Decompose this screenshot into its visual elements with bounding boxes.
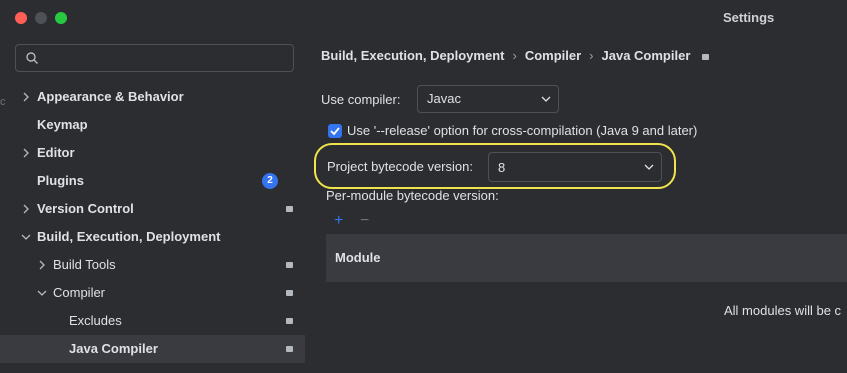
sidebar-item-build-tools[interactable]: Build Tools: [0, 251, 305, 279]
breadcrumb-separator: ›: [512, 48, 517, 63]
search-input[interactable]: [15, 44, 294, 72]
breadcrumb-separator: ›: [589, 48, 594, 63]
table-header-module[interactable]: Module: [335, 250, 381, 265]
window-title: Settings: [723, 10, 775, 25]
settings-content: [305, 36, 847, 373]
use-compiler-label: Use compiler:: [321, 92, 401, 107]
check-icon: [330, 127, 340, 136]
sidebar-item-label: Build Tools: [53, 257, 116, 272]
per-module-label: Per-module bytecode version:: [326, 188, 499, 203]
sidebar-item-label: Excludes: [69, 313, 122, 328]
chevron-down-icon[interactable]: [21, 232, 31, 242]
module-table: Module: [326, 234, 847, 282]
sidebar-item-label: Build, Execution, Deployment: [37, 229, 221, 244]
release-option-checkbox[interactable]: [328, 124, 342, 138]
sidebar-item-label: Java Compiler: [69, 341, 158, 356]
sidebar-item-label: Version Control: [37, 201, 134, 216]
chevron-down-icon[interactable]: [37, 288, 47, 298]
bytecode-version-value: 8: [498, 160, 506, 175]
bytecode-version-label: Project bytecode version:: [327, 159, 473, 174]
close-window-button[interactable]: [15, 12, 27, 24]
breadcrumb: Build, Execution, Deployment › Compiler › Ja…: [321, 48, 710, 63]
breadcrumb-item: Java Compiler: [601, 48, 691, 63]
sidebar-item-label: Keymap: [37, 117, 88, 132]
sidebar-item-java-compiler[interactable]: Java Compiler: [0, 335, 305, 363]
release-option-label: Use '--release' option for cross-compila…: [347, 123, 698, 138]
chevron-down-icon: [644, 164, 654, 170]
updates-badge: 2: [262, 173, 278, 189]
sidebar-item-excludes[interactable]: Excludes: [0, 307, 305, 335]
minimize-window-button[interactable]: [35, 12, 47, 24]
project-level-icon: [702, 53, 710, 60]
sidebar-item-keymap[interactable]: Keymap: [0, 111, 305, 139]
add-module-button[interactable]: +: [334, 213, 343, 229]
sidebar-item-label: Editor: [37, 145, 75, 160]
remove-module-button[interactable]: −: [360, 213, 369, 229]
sidebar-item-version-control[interactable]: Version Control: [0, 195, 305, 223]
title-bar: Settings: [0, 0, 847, 36]
empty-table-text: All modules will be c: [724, 303, 842, 318]
chevron-right-icon[interactable]: [21, 148, 31, 158]
project-level-icon: [286, 206, 293, 212]
sidebar-item-plugins[interactable]: Plugins 2: [0, 167, 305, 195]
chevron-right-icon[interactable]: [37, 260, 47, 270]
project-level-icon: [286, 318, 293, 324]
bytecode-version-select[interactable]: 8: [488, 152, 662, 182]
compiler-select[interactable]: Javac: [417, 85, 559, 113]
chevron-right-icon[interactable]: [21, 92, 31, 102]
sidebar-item-build-execution-deployment[interactable]: Build, Execution, Deployment: [0, 223, 305, 251]
sidebar-item-appearance-behavior[interactable]: Appearance & Behavior: [0, 83, 305, 111]
compiler-select-value: Javac: [427, 91, 461, 106]
breadcrumb-item[interactable]: Compiler: [525, 48, 581, 63]
sidebar-item-editor[interactable]: Editor: [0, 139, 305, 167]
sidebar-item-label: Appearance & Behavior: [37, 89, 184, 104]
project-level-icon: [286, 262, 293, 268]
breadcrumb-item[interactable]: Build, Execution, Deployment: [321, 48, 504, 63]
chevron-right-icon[interactable]: [21, 204, 31, 214]
search-icon: [26, 52, 38, 64]
project-level-icon: [286, 346, 293, 352]
project-level-icon: [286, 290, 293, 296]
sidebar-item-label: Plugins: [37, 173, 84, 188]
chevron-down-icon: [541, 96, 551, 102]
sidebar-item-compiler[interactable]: Compiler: [0, 279, 305, 307]
zoom-window-button[interactable]: [55, 12, 67, 24]
sidebar-item-label: Compiler: [53, 285, 106, 300]
